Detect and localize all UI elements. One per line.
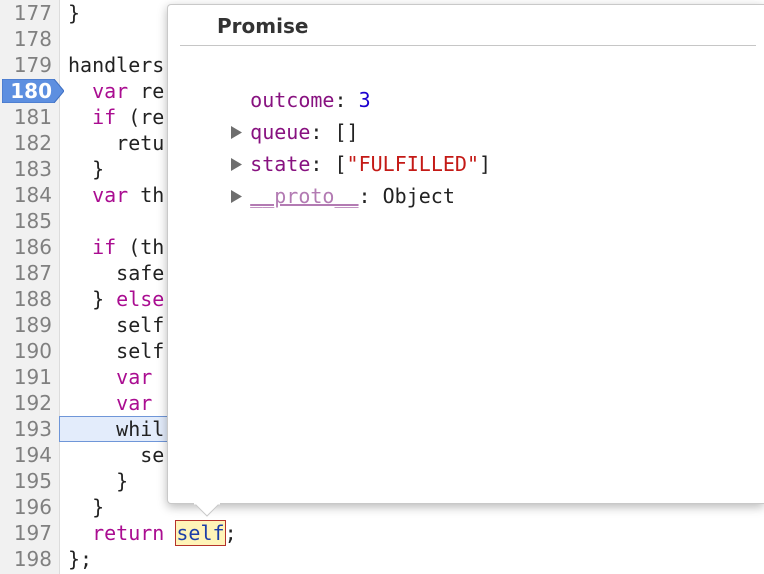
code-line[interactable]: if (re xyxy=(68,104,164,130)
line-number[interactable]: 197 xyxy=(0,520,52,546)
code-line[interactable]: se xyxy=(68,442,164,468)
popover-divider xyxy=(180,45,756,46)
code-line[interactable]: }; xyxy=(68,546,92,572)
property-outcome[interactable]: outcome: 3 xyxy=(180,55,370,112)
code-line[interactable]: } else xyxy=(68,286,164,312)
line-number[interactable]: 188 xyxy=(0,286,52,312)
line-number[interactable]: 182 xyxy=(0,130,52,156)
line-number[interactable]: 190 xyxy=(0,338,52,364)
line-number[interactable]: 194 xyxy=(0,442,52,468)
property-queue[interactable]: queue: [] xyxy=(180,87,359,144)
line-number[interactable]: 192 xyxy=(0,390,52,416)
hovered-token-highlight[interactable]: self xyxy=(175,520,226,546)
line-number[interactable]: 186 xyxy=(0,234,52,260)
line-number[interactable]: 183 xyxy=(0,156,52,182)
line-number[interactable]: 177 xyxy=(0,0,52,26)
code-line[interactable]: var xyxy=(68,364,164,390)
code-line[interactable]: } xyxy=(68,156,104,182)
code-line[interactable]: return self; xyxy=(68,520,237,546)
line-number[interactable]: 198 xyxy=(0,546,52,572)
expand-triangle-icon[interactable] xyxy=(228,181,250,211)
property-proto[interactable]: __proto__: Object xyxy=(180,151,455,208)
code-line[interactable]: self xyxy=(68,338,164,364)
code-line[interactable]: handlers xyxy=(68,52,164,78)
line-number[interactable]: 196 xyxy=(0,494,52,520)
popover-title: Promise xyxy=(217,14,309,38)
code-line[interactable]: if (th xyxy=(68,234,164,260)
popover-arrow xyxy=(194,503,220,517)
line-number[interactable]: 189 xyxy=(0,312,52,338)
code-line[interactable]: self xyxy=(68,312,164,338)
keyword: if xyxy=(92,105,117,129)
code-line[interactable]: } xyxy=(68,0,80,26)
keyword: return xyxy=(92,521,165,545)
line-number[interactable]: 179 xyxy=(0,52,52,78)
line-number[interactable]: 195 xyxy=(0,468,52,494)
keyword: else xyxy=(116,287,165,311)
keyword: var xyxy=(92,183,129,207)
code-line[interactable]: whil xyxy=(68,416,164,442)
line-number[interactable]: 181 xyxy=(0,104,52,130)
line-number[interactable]: 185 xyxy=(0,208,52,234)
line-number[interactable]: 180 xyxy=(0,78,52,104)
keyword: var xyxy=(116,365,153,389)
property-name: __proto__ xyxy=(250,184,359,208)
property-value: Object xyxy=(382,184,455,208)
code-line[interactable]: } xyxy=(68,468,128,494)
code-line[interactable]: } xyxy=(68,494,104,520)
property-value: 3 xyxy=(358,88,371,112)
line-number[interactable]: 191 xyxy=(0,364,52,390)
code-line[interactable]: var xyxy=(68,390,164,416)
code-line[interactable]: safe xyxy=(68,260,164,286)
line-number[interactable]: 178 xyxy=(0,26,52,52)
property-state[interactable]: state: ["FULFILLED"] xyxy=(180,119,491,176)
keyword: var xyxy=(92,79,129,103)
line-number[interactable]: 184 xyxy=(0,182,52,208)
code-line[interactable]: var re xyxy=(68,78,164,104)
code-line[interactable]: var th xyxy=(68,182,164,208)
line-number[interactable]: 193 xyxy=(0,416,52,442)
object-preview-popover: Promise outcome: 3 queue: [] state: ["FU… xyxy=(167,4,764,504)
keyword: var xyxy=(116,391,153,415)
keyword: if xyxy=(92,235,117,259)
line-number[interactable]: 187 xyxy=(0,260,52,286)
code-line[interactable]: retu xyxy=(68,130,164,156)
